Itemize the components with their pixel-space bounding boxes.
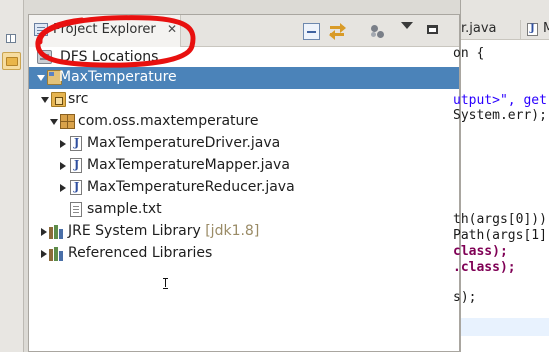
- tree-item-label: src: [68, 91, 89, 107]
- source-folder-icon: [51, 92, 66, 107]
- code-line: s);: [453, 290, 477, 305]
- red-annotation-circle: [35, 15, 196, 68]
- tree-item-label: MaxTemperatureMapper.java: [87, 157, 290, 173]
- view-menu-icon[interactable]: [401, 22, 413, 29]
- package-explorer-button[interactable]: [2, 52, 21, 70]
- tree-item-label: MaxTemperature: [59, 69, 177, 85]
- left-toolbar: [0, 0, 24, 352]
- minimize-icon[interactable]: [427, 25, 438, 34]
- library-icon: [49, 246, 67, 261]
- code-line: on {: [453, 46, 485, 61]
- expand-arrow-icon[interactable]: [60, 140, 66, 148]
- editor-tab-label: M: [543, 21, 549, 36]
- java-file-icon: J: [70, 180, 82, 195]
- tree-item-java-file[interactable]: J MaxTemperatureDriver.java: [29, 133, 459, 155]
- tree-item-java-file[interactable]: J MaxTemperatureMapper.java: [29, 155, 459, 177]
- tree-item-label: JRE System Library [jdk1.8]: [68, 223, 260, 239]
- expand-arrow-icon[interactable]: [41, 97, 49, 103]
- code-line: .class);: [453, 260, 516, 275]
- java-file-icon: J: [70, 136, 82, 151]
- editor-tab[interactable]: r.java: [459, 20, 521, 40]
- editor-tab-bar: r.java J M: [461, 0, 549, 40]
- expand-arrow-icon[interactable]: [41, 228, 47, 236]
- tree-item-label: com.oss.maxtemperature: [78, 113, 259, 129]
- tree-item-java-file[interactable]: J MaxTemperatureReducer.java: [29, 177, 459, 199]
- code-line: utput>", get: [453, 93, 547, 108]
- tree-item-referenced-libraries[interactable]: Referenced Libraries: [29, 243, 459, 265]
- folder-icon: [6, 57, 18, 66]
- package-icon: [60, 114, 75, 129]
- expand-arrow-icon[interactable]: [50, 119, 58, 125]
- tree-item-label: sample.txt: [87, 201, 162, 217]
- workbench-window: Project Explorer ✕ DFS Locations MaxTemp…: [0, 0, 549, 352]
- java-file-icon: J: [70, 158, 82, 173]
- grid-icon: [6, 34, 16, 43]
- tree-item-package[interactable]: com.oss.maxtemperature: [29, 111, 459, 133]
- java-file-icon: J: [527, 23, 538, 36]
- expand-arrow-icon[interactable]: [41, 250, 47, 258]
- expand-arrow-icon[interactable]: [37, 75, 45, 81]
- java-editor[interactable]: r.java J M on { utput>", get System.err)…: [453, 0, 549, 352]
- library-icon: [49, 224, 67, 239]
- text-cursor-icon: [163, 278, 169, 289]
- editor-tab-label: r.java: [461, 21, 497, 36]
- tree-item-jre-library[interactable]: JRE System Library [jdk1.8]: [29, 221, 459, 243]
- expand-arrow-icon[interactable]: [60, 162, 66, 170]
- tree-item-text-file[interactable]: sample.txt: [29, 199, 459, 221]
- restore-view-button[interactable]: [2, 30, 21, 48]
- text-file-icon: [70, 202, 82, 217]
- link-with-editor-icon[interactable]: [329, 23, 346, 40]
- editor-tab[interactable]: J M: [521, 20, 549, 40]
- tree-item-label: Referenced Libraries: [68, 245, 213, 261]
- code-line: class);: [453, 244, 508, 259]
- expand-arrow-icon[interactable]: [60, 184, 66, 192]
- tree-item-label: MaxTemperatureDriver.java: [87, 135, 281, 151]
- code-line: System.err);: [453, 108, 547, 123]
- tree-item-label: MaxTemperatureReducer.java: [87, 179, 295, 195]
- collapse-all-icon[interactable]: [303, 23, 320, 40]
- jdk-version-label: [jdk1.8]: [205, 223, 260, 239]
- tree-item-project[interactable]: MaxTemperature: [29, 67, 459, 89]
- code-line: Path(args[1]: [453, 228, 547, 243]
- code-line: th(args[0])): [453, 212, 547, 227]
- tree-item-src[interactable]: src: [29, 89, 459, 111]
- filter-icon[interactable]: [369, 23, 386, 40]
- current-line-highlight: [461, 318, 549, 336]
